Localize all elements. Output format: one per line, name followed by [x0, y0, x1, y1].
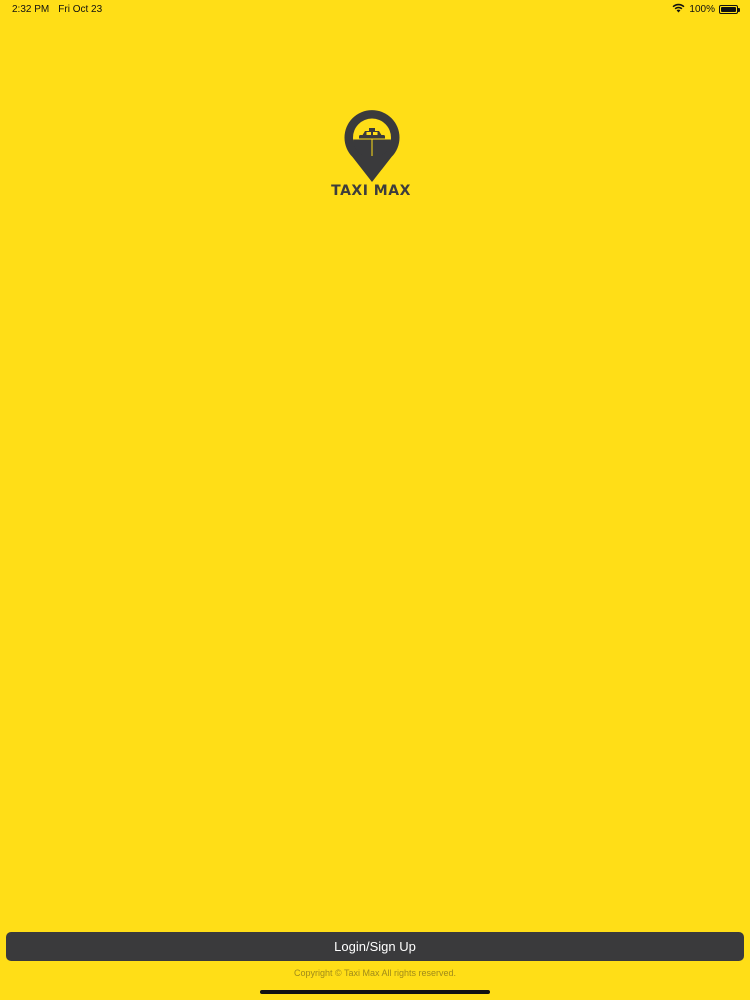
battery-icon: [719, 5, 740, 14]
status-right: 100%: [672, 3, 740, 16]
app-logo: TAXI MAX: [330, 110, 420, 202]
login-signup-button[interactable]: Login/Sign Up: [6, 932, 744, 961]
status-bar: 2:32 PM Fri Oct 23 100%: [0, 0, 750, 20]
status-left: 2:32 PM Fri Oct 23: [12, 4, 102, 15]
status-date: Fri Oct 23: [58, 4, 103, 15]
wifi-icon: [672, 3, 685, 16]
battery-nub: [738, 8, 740, 12]
battery-percent: 100%: [689, 4, 715, 15]
map-pin-taxi-icon: [344, 110, 400, 182]
status-time: 2:32 PM: [12, 4, 50, 15]
home-indicator[interactable]: [260, 990, 490, 994]
battery-fill: [721, 7, 736, 12]
brand-name: TAXI MAX: [331, 183, 411, 199]
copyright-text: Copyright © Taxi Max All rights reserved…: [293, 968, 457, 978]
